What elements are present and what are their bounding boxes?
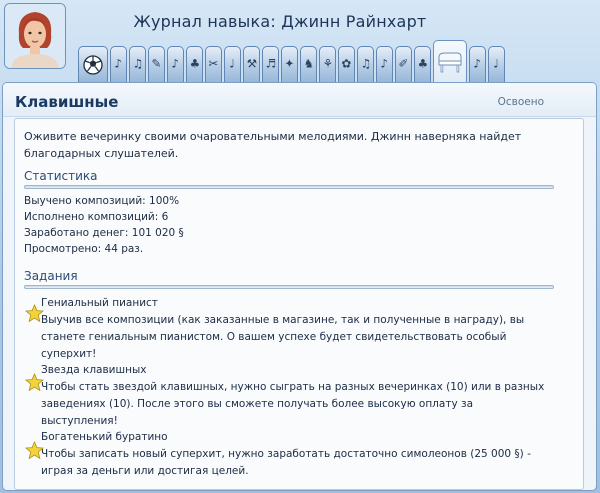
skill-icon-5: ♣ [189, 57, 200, 72]
tab-skill-18[interactable]: ♪ [469, 46, 486, 82]
skill-icon-6: ✂ [208, 57, 219, 72]
skill-icon-16: ✐ [398, 57, 409, 72]
tab-skill-6[interactable]: ✂ [205, 46, 222, 82]
task-item: Богатенький буратино Чтобы записать новы… [25, 429, 551, 480]
skill-name: Клавишные [15, 93, 119, 111]
stat-line: Просмотрено: 44 раз. [24, 243, 144, 255]
skill-icon-14: ♫ [360, 57, 371, 72]
star-icon [25, 441, 44, 460]
stats-divider [24, 185, 554, 189]
task-name: Звезда клавишных [41, 364, 147, 376]
skill-icon-11: ♞ [303, 57, 314, 72]
skill-icon-9: ♬ [265, 57, 276, 72]
stats-list: Выучено композиций: 100% Исполнено компо… [24, 193, 184, 257]
tab-skill-14[interactable]: ♫ [357, 46, 374, 82]
task-text: Чтобы стать звездой клавишных, нужно сыг… [41, 381, 545, 427]
task-text: Выучив все композиции (как заказанные в … [41, 314, 525, 360]
task-item: Гениальный пианист Выучив все композиции… [25, 295, 551, 363]
star-icon [25, 304, 44, 323]
tab-skill-17[interactable]: ♣ [414, 46, 431, 82]
tasks-heading: Задания [24, 269, 78, 283]
sim-portrait[interactable] [4, 3, 66, 69]
task-name: Богатенький буратино [41, 431, 168, 443]
skill-description: Оживите вечеринку своими очаровательными… [24, 130, 522, 160]
soccer-ball-icon [83, 54, 103, 75]
avatar-image [5, 4, 65, 68]
window-title: Журнал навыка: Джинн Райнхарт [133, 12, 427, 31]
task-text: Чтобы записать новый суперхит, нужно зар… [41, 448, 531, 477]
skill-icon-19: ♩ [493, 57, 500, 72]
tab-skill-10[interactable]: ✦ [281, 46, 298, 82]
skill-panel: Клавишные Освоено Оживите вечеринку свои… [2, 82, 597, 491]
tab-skill-7[interactable]: ♩ [224, 46, 241, 82]
skill-icon-8: ⚒ [246, 57, 257, 72]
skill-icon-4: ♪ [171, 57, 180, 72]
tab-skill-16[interactable]: ✐ [395, 46, 412, 82]
task-item: Звезда клавишных Чтобы стать звездой кла… [25, 362, 551, 430]
tab-skill-15[interactable]: ♪ [376, 46, 393, 82]
skill-icon-3: ✎ [151, 57, 162, 72]
skill-icon-17: ♣ [417, 57, 428, 72]
skill-icon-18: ♪ [473, 57, 482, 72]
skill-icon-15: ♪ [380, 57, 389, 72]
tab-skill-19[interactable]: ♩ [488, 46, 505, 82]
stats-heading: Статистика [24, 169, 98, 183]
tab-skill-3[interactable]: ✎ [148, 46, 165, 82]
skill-tabs: ♪ ♫ ✎ ♪ ♣ ✂ ♩ ⚒ ♬ ✦ ♞ ⚘ ✿ ♫ ♪ ✐ ♣ ♪ ♩ [78, 40, 578, 82]
skill-icon-12: ⚘ [322, 57, 333, 72]
tab-skill-1[interactable]: ♪ [110, 46, 127, 82]
tab-skill-12[interactable]: ⚘ [319, 46, 336, 82]
skill-details: Оживите вечеринку своими очаровательными… [14, 118, 584, 490]
skill-journal-window: Журнал навыка: Джинн Райнхарт ♪ ♫ ✎ ♪ ♣ … [0, 0, 600, 493]
piano-icon [438, 52, 462, 72]
tab-skill-5[interactable]: ♣ [186, 46, 203, 82]
tab-skill-13[interactable]: ✿ [338, 46, 355, 82]
tab-piano[interactable] [433, 40, 467, 82]
panel-header: Клавишные Освоено [3, 83, 596, 117]
stat-line: Исполнено композиций: 6 [24, 211, 169, 223]
skill-icon-7: ♩ [229, 57, 236, 72]
tab-skill-11[interactable]: ♞ [300, 46, 317, 82]
stat-line: Выучено композиций: 100% [24, 195, 180, 207]
star-icon [25, 373, 44, 392]
tab-skill-4[interactable]: ♪ [167, 46, 184, 82]
tab-skill-8[interactable]: ⚒ [243, 46, 260, 82]
skill-icon-1: ♪ [114, 57, 123, 72]
skill-icon-10: ✦ [284, 57, 295, 72]
tab-athletic[interactable] [78, 46, 108, 82]
tab-skill-9[interactable]: ♬ [262, 46, 279, 82]
stat-line: Заработано денег: 101 020 § [24, 227, 184, 239]
tasks-divider [24, 285, 554, 289]
skill-icon-13: ✿ [341, 57, 352, 72]
skill-status: Освоено [497, 96, 544, 108]
task-name: Гениальный пианист [41, 297, 158, 309]
tab-skill-2[interactable]: ♫ [129, 46, 146, 82]
skill-icon-2: ♫ [132, 57, 143, 72]
